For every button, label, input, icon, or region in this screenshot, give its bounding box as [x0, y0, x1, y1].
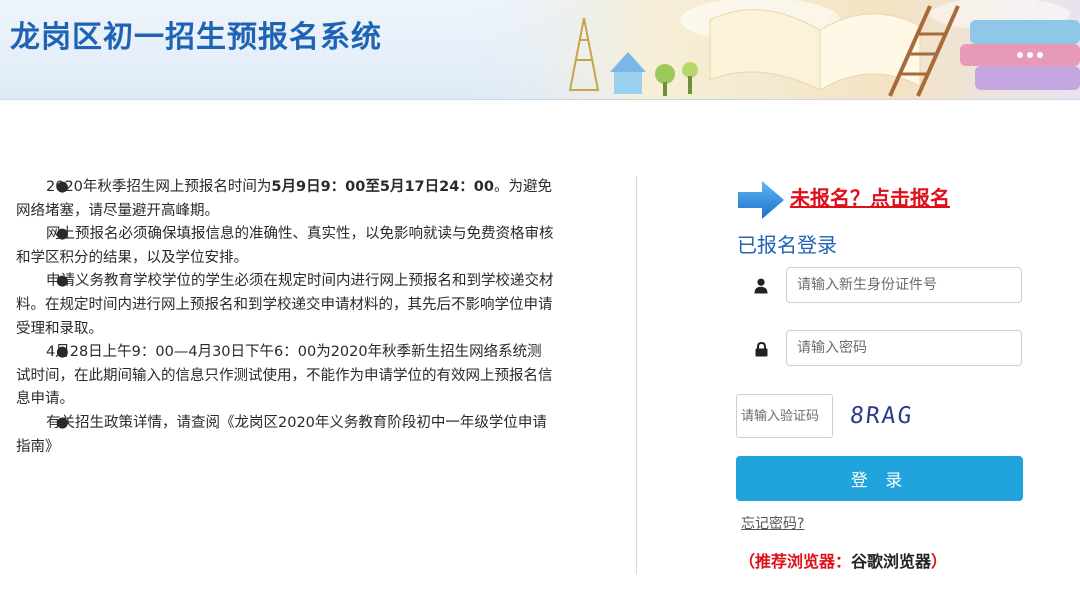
user-icon	[736, 267, 786, 305]
captcha-image[interactable]: 8RAG	[848, 398, 942, 434]
tip-open-paren: （	[739, 552, 756, 571]
password-input[interactable]	[786, 330, 1022, 366]
browser-recommendation: （推荐浏览器：谷歌浏览器）	[739, 548, 947, 572]
notice-text: 网上预报名必须确保填报信息的准确性、真实性，以免影响就读与免费资格审核和学区积分…	[16, 226, 554, 266]
password-field-row	[736, 330, 1024, 368]
notice-item: ●有关招生政策详情，请查阅《龙岗区2020年义务教育阶段初中一年级学位申请指南》	[16, 412, 556, 459]
id-field-row	[736, 267, 1024, 305]
notice-text: 2020年秋季招生网上预报名时间为	[46, 179, 272, 195]
id-number-input[interactable]	[786, 267, 1022, 303]
login-heading: 已报名登录	[737, 233, 837, 257]
arrow-right-icon	[738, 181, 784, 219]
bullet-icon: ●	[56, 273, 69, 290]
notice-item: ●网上预报名必须确保填报信息的准确性、真实性，以免影响就读与免费资格审核和学区积…	[16, 223, 556, 270]
notice-text: 有关招生政策详情，请查阅《龙岗区2020年义务教育阶段初中一年级学位申请指南》	[16, 414, 547, 455]
login-button[interactable]: 登 录	[736, 456, 1023, 501]
notice-text: 4月28日上午9：00—4月30日下午6：00为2020年秋季新生招生网络系统测…	[16, 344, 553, 408]
tip-label: 推荐浏览器：	[755, 552, 852, 571]
vertical-divider	[636, 176, 637, 574]
bullet-icon: ●	[56, 344, 69, 361]
tip-browser-name: 谷歌浏览器	[851, 552, 932, 571]
bullet-icon: ●	[56, 414, 69, 431]
bullet-icon: ●	[56, 179, 69, 195]
banner-illustration	[460, 0, 1080, 99]
notice-item: ●4月28日上午9：00—4月30日下午6：00为2020年秋季新生招生网络系统…	[16, 341, 556, 412]
notice-item: ●2020年秋季招生网上预报名时间为5月9日9：00至5月17日24：00。为避…	[16, 176, 556, 223]
register-link[interactable]: 未报名？点击报名	[790, 182, 950, 211]
site-title: 龙岗区初一招生预报名系统	[10, 20, 382, 55]
register-prompt: 未报名？点击报名	[736, 178, 1036, 220]
notice-item: ●申请义务教育学校学位的学生必须在规定时间内进行网上预报名和到学校递交材料。在规…	[16, 270, 556, 341]
notice-list: ●2020年秋季招生网上预报名时间为5月9日9：00至5月17日24：00。为避…	[16, 176, 556, 459]
page-header: 龙岗区初一招生预报名系统	[0, 0, 1080, 100]
tip-close-paren: ）	[931, 552, 948, 571]
lock-icon	[736, 330, 786, 368]
notice-text: 5月9日9：00至5月17日24：00	[271, 179, 494, 195]
notice-text: 申请义务教育学校学位的学生必须在规定时间内进行网上预报名和到学校递交材料。在规定…	[16, 273, 554, 337]
captcha-input[interactable]	[736, 394, 833, 438]
forgot-password-link[interactable]: 忘记密码?	[741, 513, 804, 533]
bullet-icon: ●	[56, 226, 69, 243]
